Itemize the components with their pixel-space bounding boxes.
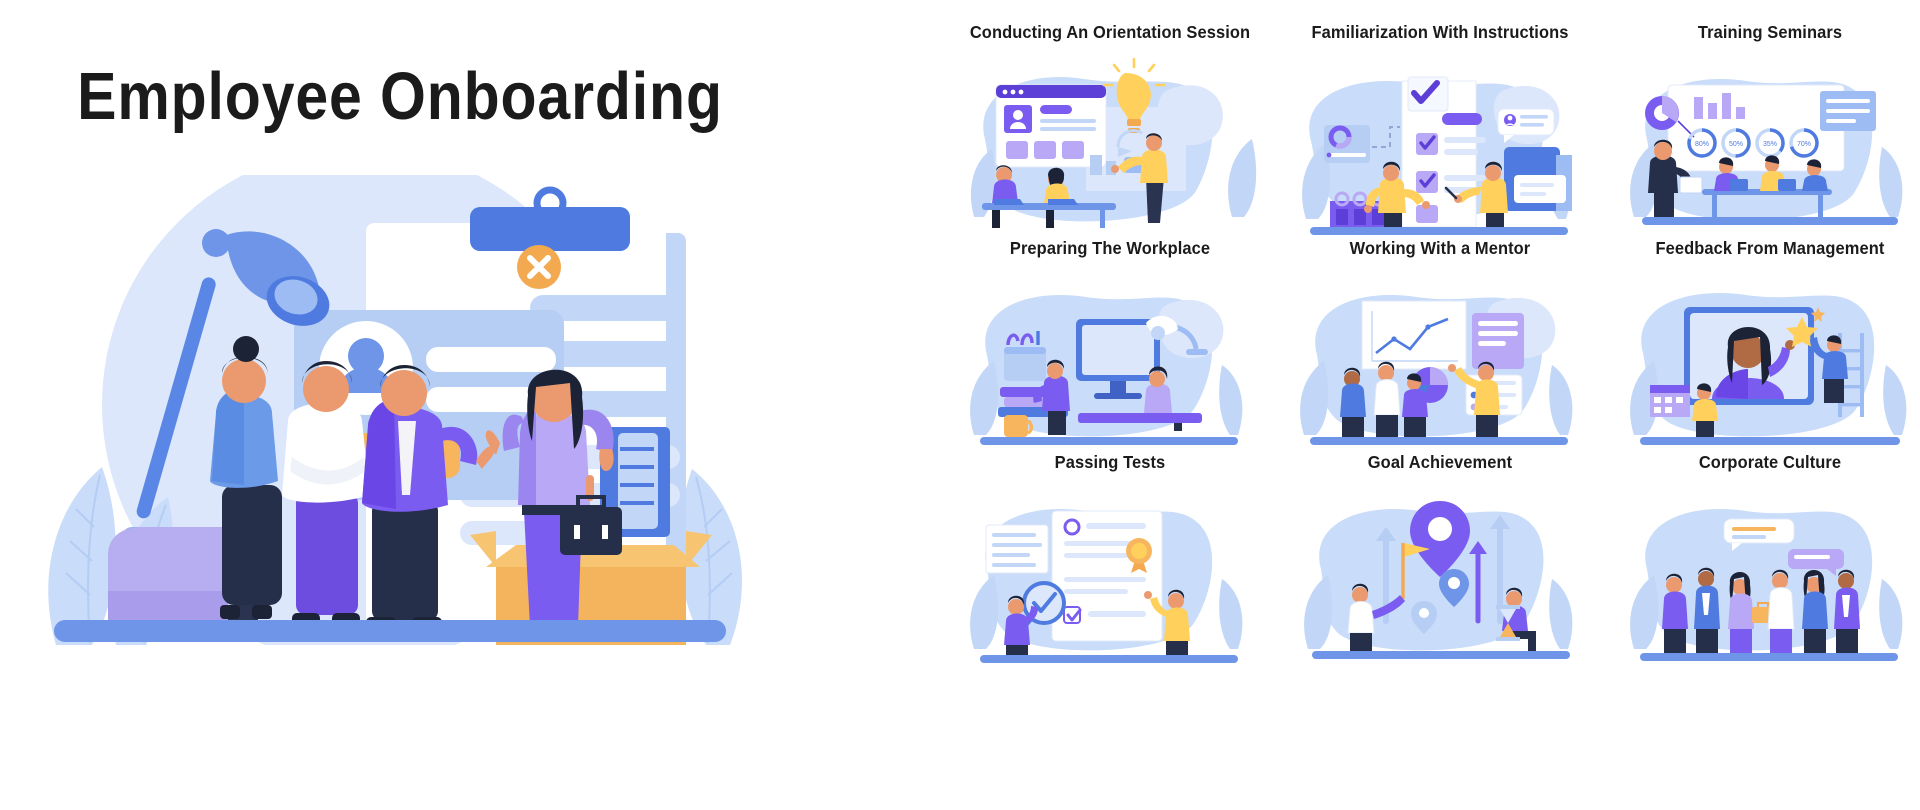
svg-text:35%: 35% (1763, 141, 1777, 148)
cell-art-culture (1620, 481, 1920, 671)
cell-art-mentor (1290, 267, 1590, 457)
cell-art-orientation (960, 51, 1260, 241)
cell-art-seminars: 80% 50% 35% 70% (1620, 51, 1920, 241)
cell-title-seminars: Training Seminars (1697, 22, 1843, 42)
grid-cell-instructions[interactable]: Familiarization With Instructions (1290, 22, 1590, 252)
calendar (1650, 385, 1690, 417)
svg-text:50%: 50% (1729, 141, 1743, 148)
stationery-cup (1004, 331, 1046, 381)
cell-art-tests (960, 481, 1260, 671)
cell-art-goal (1290, 481, 1590, 671)
hero-illustration (30, 147, 770, 663)
cell-title-orientation: Conducting An Orientation Session (969, 22, 1251, 42)
grid-cell-feedback[interactable]: Feedback From Management (1620, 238, 1920, 468)
grid-cell-seminars[interactable]: Training Seminars 80% 50% 35% 70% (1620, 22, 1920, 252)
svg-text:70%: 70% (1797, 141, 1811, 148)
cell-title-instructions: Familiarization With Instructions (1311, 22, 1569, 42)
hero-section: Employee Onboarding (0, 0, 950, 810)
cell-title-workplace: Preparing The Workplace (1009, 238, 1211, 258)
svg-text:80%: 80% (1695, 141, 1709, 148)
cell-art-instructions (1290, 51, 1590, 241)
hero-illustration-svg (48, 147, 742, 663)
mug (1004, 415, 1034, 437)
grid-cell-orientation[interactable]: Conducting An Orientation Session (960, 22, 1260, 252)
cell-art-feedback (1620, 267, 1920, 457)
grid-cell-tests[interactable]: Passing Tests (960, 452, 1260, 682)
orange-x-badge (517, 245, 561, 289)
poster-canvas: Employee Onboarding Conducting An Orient… (0, 0, 1920, 810)
cell-title-mentor: Working With a Mentor (1349, 238, 1531, 258)
scene-grid: Conducting An Orientation Session Famili… (960, 0, 1920, 810)
grid-cell-goal[interactable]: Goal Achievement (1290, 452, 1590, 682)
grid-cell-workplace[interactable]: Preparing The Workplace (960, 238, 1260, 468)
donut-chart (1645, 96, 1679, 130)
cell-art-workplace (960, 267, 1260, 457)
cell-title-goal: Goal Achievement (1367, 452, 1513, 472)
grid-cell-mentor[interactable]: Working With a Mentor (1290, 238, 1590, 468)
page-title: Employee Onboarding (77, 59, 723, 134)
cell-title-feedback: Feedback From Management (1655, 238, 1885, 258)
cell-title-culture: Corporate Culture (1698, 452, 1842, 472)
cell-title-tests: Passing Tests (1054, 452, 1166, 472)
grid-cell-culture[interactable]: Corporate Culture (1620, 452, 1920, 682)
